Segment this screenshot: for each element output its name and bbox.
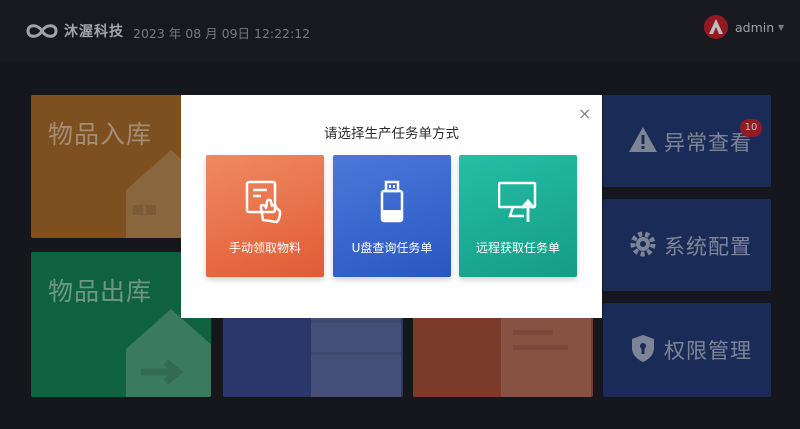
task-method-dialog: 请选择生产任务单方式 × 手动领取物料 U盘查询任务单 远程获取任务单: [181, 95, 602, 318]
option-label: U盘查询任务单: [351, 241, 433, 255]
monitor-upload-icon: [498, 181, 537, 222]
manual-material-button[interactable]: 手动领取物料: [206, 155, 324, 277]
close-icon[interactable]: ×: [578, 104, 591, 123]
dialog-title: 请选择生产任务单方式: [324, 126, 459, 142]
usb-drive-icon: [380, 180, 404, 223]
option-label: 远程获取任务单: [475, 241, 560, 255]
option-label: 手动领取物料: [228, 241, 301, 255]
hand-touch-icon: [245, 180, 282, 224]
usb-query-button[interactable]: U盘查询任务单: [333, 155, 451, 277]
remote-fetch-button[interactable]: 远程获取任务单: [459, 155, 577, 277]
